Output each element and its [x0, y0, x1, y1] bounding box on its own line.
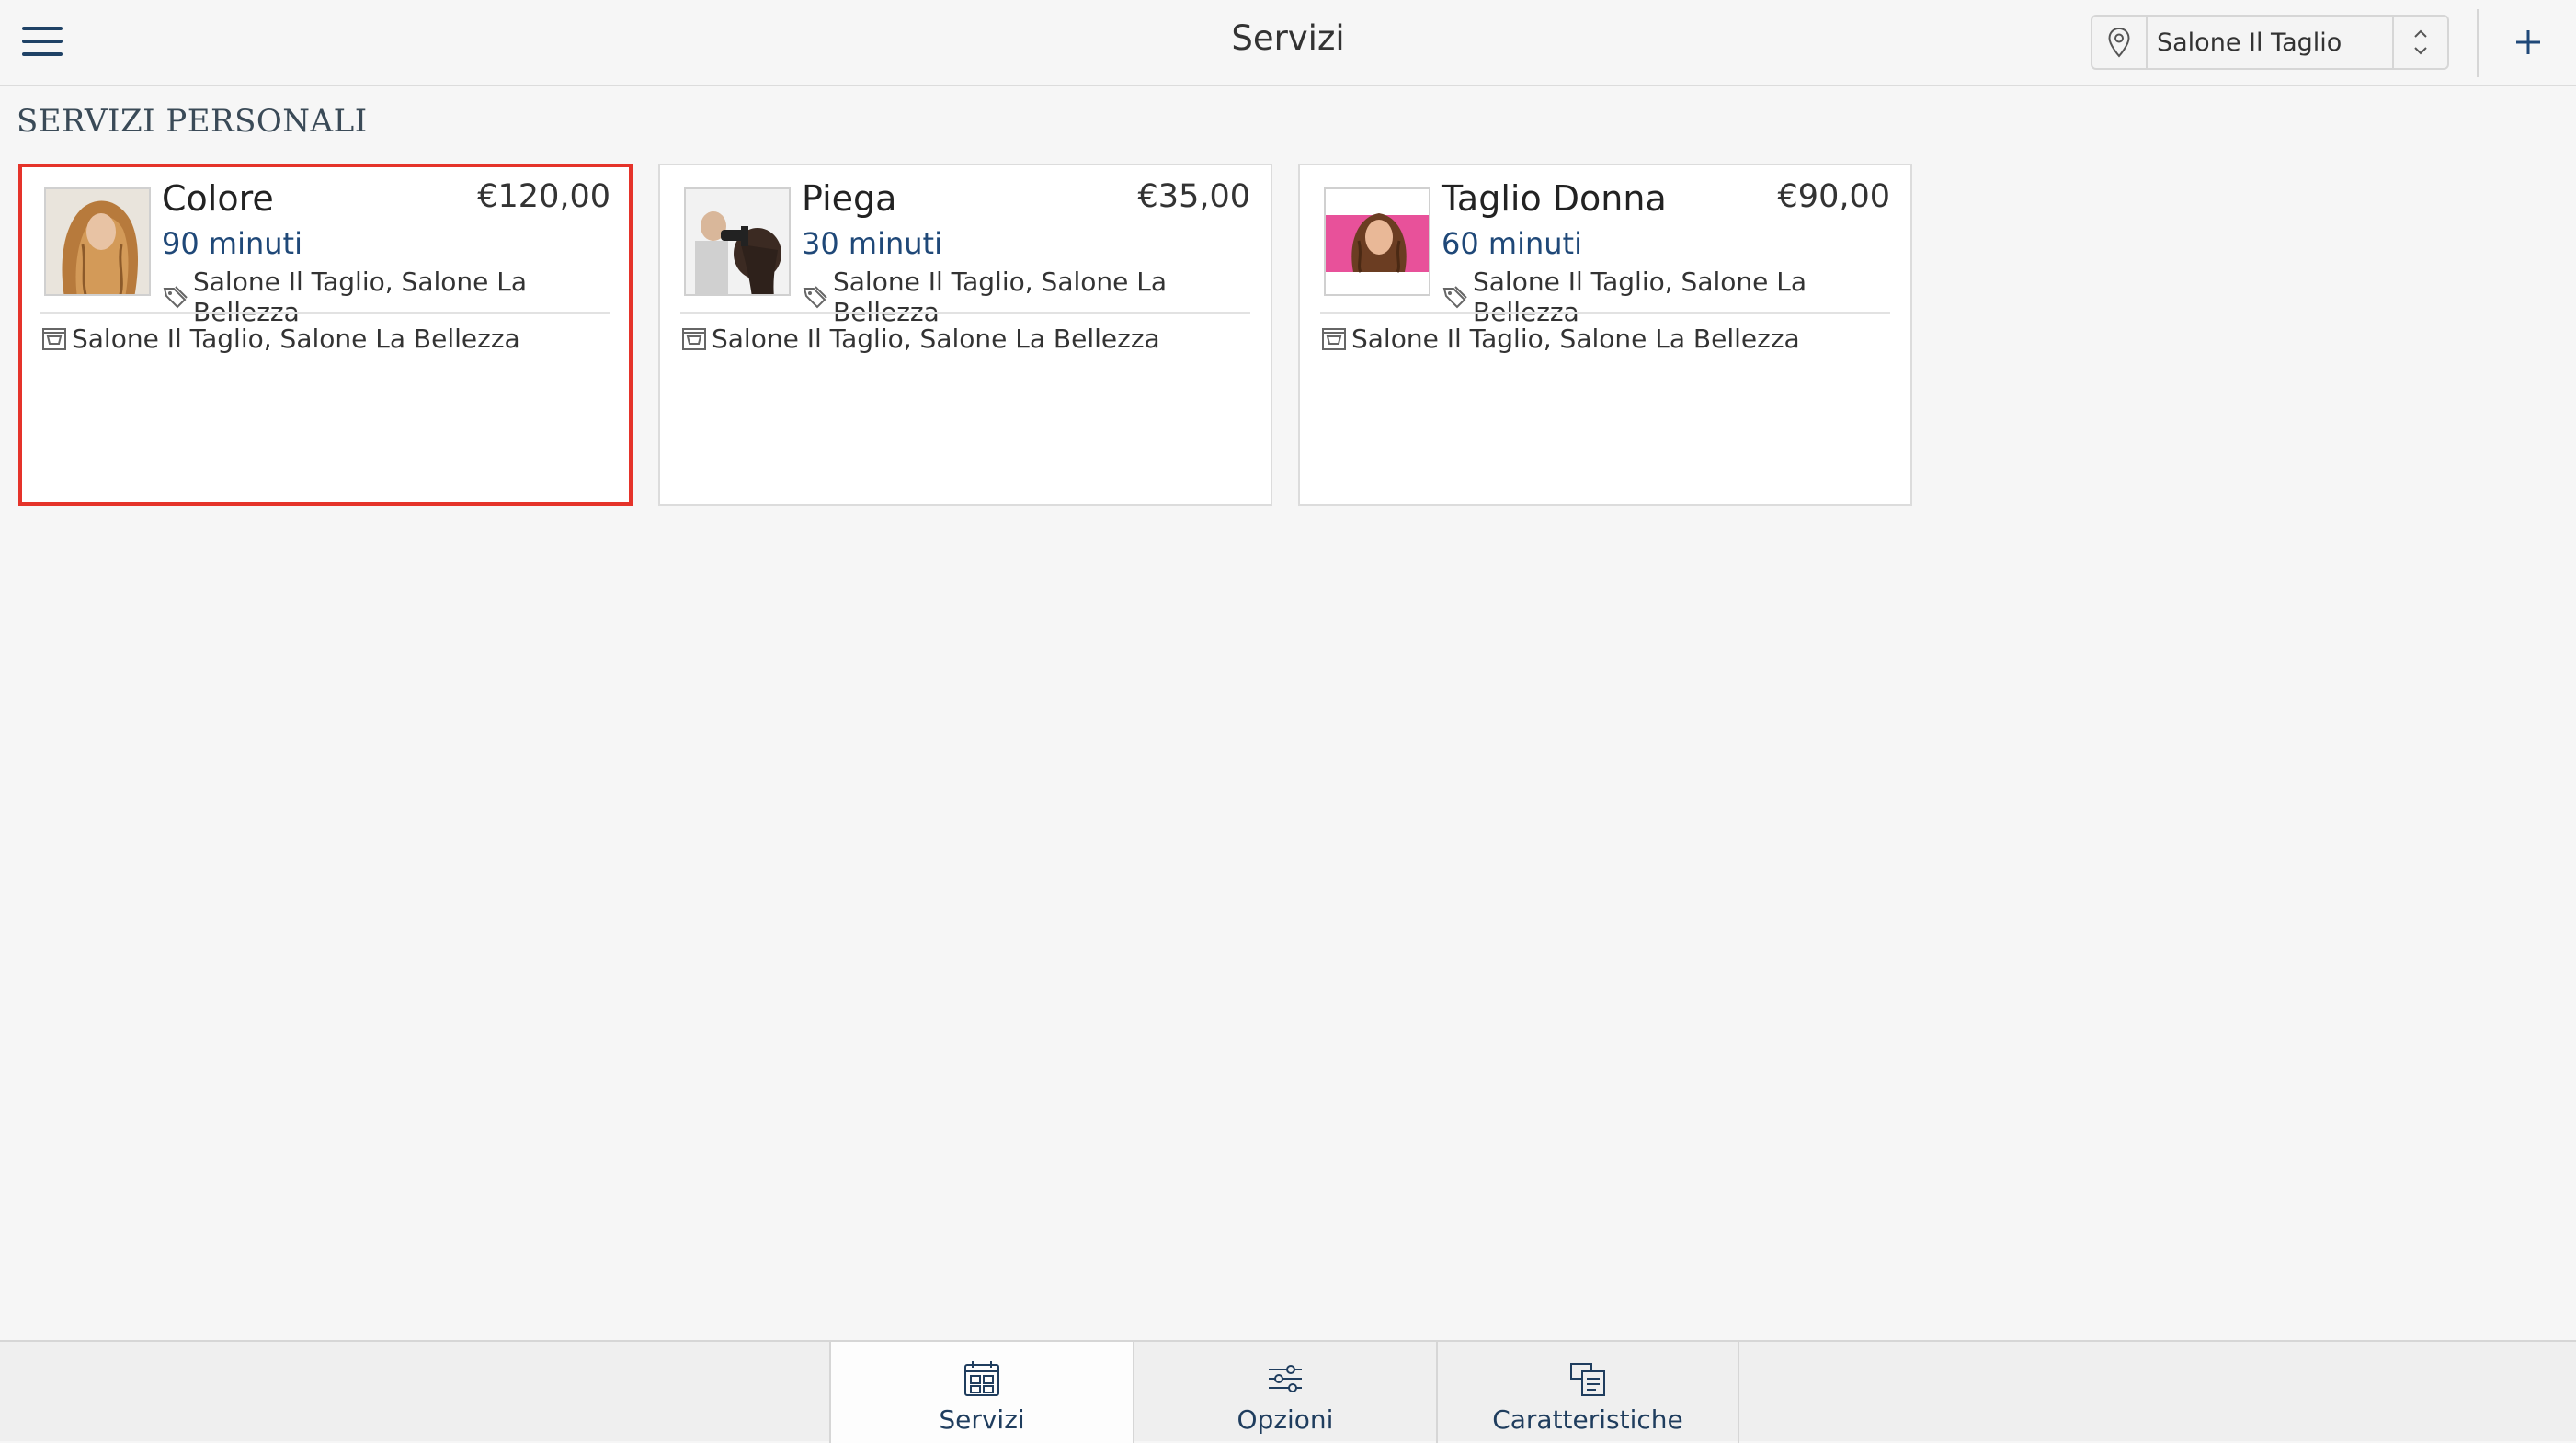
service-name: Piega: [802, 178, 897, 219]
plus-icon: [2516, 30, 2540, 54]
service-tags: Salone Il Taglio, Salone La Bellezza: [802, 267, 1271, 327]
tab-opzioni[interactable]: Opzioni: [1133, 1342, 1436, 1443]
service-price: €90,00: [1777, 178, 1890, 215]
service-card-colore[interactable]: Colore €120,00 90 minuti Salone Il Tagli…: [18, 164, 633, 506]
tag-icon: [803, 286, 827, 309]
tab-label: Opzioni: [1237, 1404, 1334, 1435]
store-icon: [1322, 327, 1346, 350]
section-title: SERVIZI PERSONALI: [17, 103, 368, 140]
service-tags-text: Salone Il Taglio, Salone La Bellezza: [833, 267, 1168, 327]
service-card-piega[interactable]: Piega €35,00 30 minuti Salone Il Taglio,…: [658, 164, 1272, 506]
service-stores: Salone Il Taglio, Salone La Bellezza: [40, 324, 520, 354]
tag-icon: [1442, 286, 1467, 309]
service-tags: Salone Il Taglio, Salone La Bellezza: [162, 267, 629, 327]
service-duration: 60 minuti: [1442, 226, 1582, 261]
tab-label: Servizi: [939, 1404, 1025, 1435]
service-tags-text: Salone Il Taglio, Salone La Bellezza: [1473, 267, 1807, 327]
chevron-up-down-icon: [2392, 17, 2447, 68]
service-name: Colore: [162, 178, 274, 219]
grid-calendar-icon: [964, 1361, 999, 1396]
service-price: €120,00: [477, 178, 610, 215]
service-price: €35,00: [1137, 178, 1250, 215]
service-tags-text: Salone Il Taglio, Salone La Bellezza: [193, 267, 528, 327]
top-bar: Servizi Salone Il Taglio: [0, 0, 2576, 86]
add-service-button[interactable]: [2502, 17, 2554, 68]
service-thumbnail: [684, 187, 791, 296]
header-divider: [2477, 9, 2479, 77]
card-divider: [1320, 312, 1890, 314]
tab-label: Caratteristiche: [1492, 1404, 1683, 1435]
service-stores-text: Salone Il Taglio, Salone La Bellezza: [1351, 324, 1800, 354]
store-icon: [682, 327, 706, 350]
location-select[interactable]: Salone Il Taglio: [2091, 15, 2449, 70]
service-name: Taglio Donna: [1442, 178, 1667, 219]
service-stores-text: Salone Il Taglio, Salone La Bellezza: [72, 324, 520, 354]
map-pin-icon: [2092, 17, 2148, 68]
service-duration: 90 minuti: [162, 226, 302, 261]
location-value: Salone Il Taglio: [2157, 28, 2342, 57]
tab-caratteristiche[interactable]: Caratteristiche: [1436, 1342, 1739, 1443]
service-tags: Salone Il Taglio, Salone La Bellezza: [1442, 267, 1910, 327]
store-icon: [42, 327, 66, 350]
tab-servizi[interactable]: Servizi: [829, 1342, 1133, 1443]
bottom-tab-bar: Servizi Opzioni Caratteristiche: [0, 1340, 2576, 1443]
service-stores-text: Salone Il Taglio, Salone La Bellezza: [712, 324, 1160, 354]
service-thumbnail: [44, 187, 151, 296]
service-card-taglio-donna[interactable]: Taglio Donna €90,00 60 minuti Salone Il …: [1298, 164, 1912, 506]
service-stores: Salone Il Taglio, Salone La Bellezza: [1320, 324, 1800, 354]
features-icon: [1570, 1363, 1605, 1396]
service-thumbnail: [1324, 187, 1430, 296]
card-divider: [680, 312, 1250, 314]
service-stores: Salone Il Taglio, Salone La Bellezza: [680, 324, 1160, 354]
service-duration: 30 minuti: [802, 226, 942, 261]
tag-icon: [163, 286, 188, 309]
sliders-icon: [1269, 1365, 1302, 1392]
card-divider: [40, 312, 610, 314]
